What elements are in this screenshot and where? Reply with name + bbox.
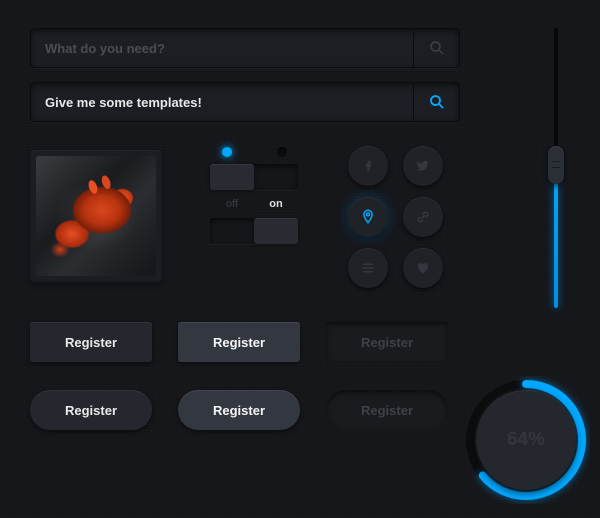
twitter-button[interactable]: [403, 146, 443, 186]
toggle-switch-off[interactable]: [210, 164, 298, 190]
location-pin-icon: [359, 208, 377, 226]
register-button-rect-disabled: Register: [326, 322, 448, 362]
radio-selected[interactable]: [222, 147, 232, 157]
register-button-rect-normal[interactable]: Register: [30, 322, 152, 362]
search-button-inactive[interactable]: [413, 29, 459, 67]
heart-icon: [414, 259, 432, 277]
search-button-active[interactable]: [413, 83, 459, 121]
vertical-slider[interactable]: [552, 28, 560, 308]
search-bar-empty: What do you need?: [30, 28, 460, 68]
toggle-switch-on[interactable]: [210, 218, 298, 244]
toggle-handle: [210, 164, 254, 190]
image-thumbnail[interactable]: [30, 150, 162, 282]
location-button[interactable]: [348, 197, 388, 237]
list-icon: [359, 259, 377, 277]
progress-label: 64%: [476, 390, 576, 490]
link-button[interactable]: [403, 197, 443, 237]
register-button-pill-disabled: Register: [326, 390, 448, 430]
toggle-handle: [254, 218, 298, 244]
toggle-off-label: off: [210, 198, 254, 210]
slider-handle[interactable]: [548, 146, 564, 184]
heart-button[interactable]: [403, 248, 443, 288]
search-bar-filled: Give me some templates!: [30, 82, 460, 122]
circular-progress: 64%: [462, 376, 590, 504]
register-button-pill-hover[interactable]: Register: [178, 390, 300, 430]
toggle-labels: off on: [210, 198, 298, 210]
facebook-icon: [359, 157, 377, 175]
link-icon: [414, 208, 432, 226]
search-icon: [428, 93, 446, 111]
register-button-pill-normal[interactable]: Register: [30, 390, 152, 430]
twitter-icon: [414, 157, 432, 175]
search-input-placeholder[interactable]: What do you need?: [31, 29, 413, 67]
thumbnail-image: [36, 156, 156, 276]
search-input-value[interactable]: Give me some templates!: [31, 83, 413, 121]
radio-unselected[interactable]: [277, 147, 287, 157]
facebook-button[interactable]: [348, 146, 388, 186]
search-icon: [428, 39, 446, 57]
toggle-on-label: on: [254, 198, 298, 210]
register-button-rect-hover[interactable]: Register: [178, 322, 300, 362]
list-button[interactable]: [348, 248, 388, 288]
